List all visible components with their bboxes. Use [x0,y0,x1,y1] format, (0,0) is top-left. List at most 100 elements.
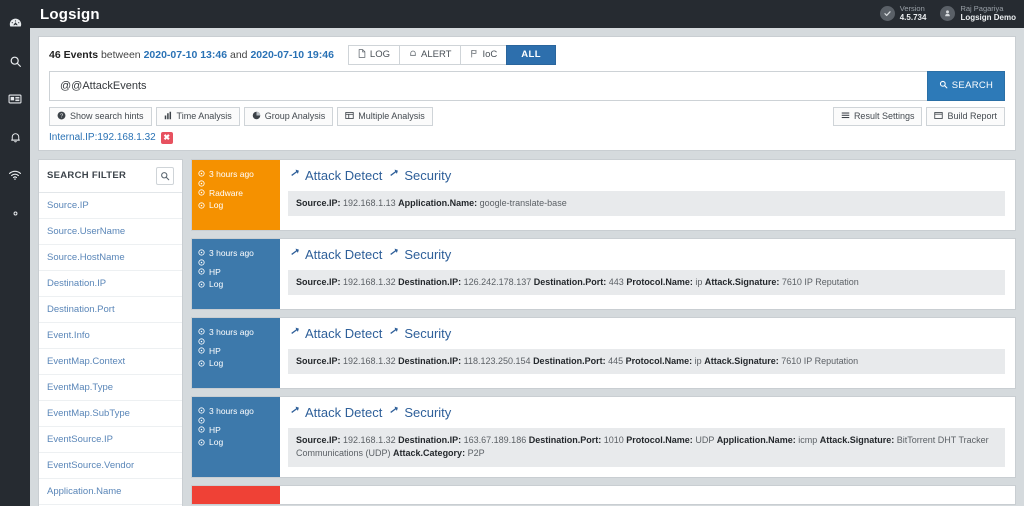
event-card[interactable] [191,485,1016,505]
event-card[interactable]: 3 hours agoHPLogAttack DetectSecuritySou… [191,317,1016,389]
content-area: SEARCH FILTER Source.IPSource.UserNameSo… [38,159,1016,506]
group-analysis-button[interactable]: Group Analysis [244,107,334,126]
result-settings-button[interactable]: Result Settings [833,107,923,126]
page-body: 46 Events between 2020-07-10 13:46 and 2… [30,28,1024,506]
time-analysis-label: Time Analysis [177,112,232,121]
event-card-body: Attack DetectSecurity Source.IP: 192.168.… [280,160,1015,230]
event-card[interactable]: 3 hours agoHPLogAttack DetectSecuritySou… [191,396,1016,479]
tab-all[interactable]: ALL [506,45,556,65]
and-label: and [230,49,248,61]
search-button[interactable]: SEARCH [927,71,1005,101]
tab-alert[interactable]: ALERT [399,45,461,65]
filter-item[interactable]: Destination.Port [39,297,182,323]
event-card-title[interactable]: Attack Detect Security [288,326,1005,341]
detail-key: Source.IP: [296,356,341,366]
event-tag-time: 3 hours ago [198,247,274,259]
event-card-title[interactable]: Attack DetectSecurity [288,168,1005,183]
event-card[interactable]: 3 hours agoRadwareLogAttack DetectSecuri… [191,159,1016,231]
filter-item[interactable]: EventSource.IP [39,427,182,453]
detail-value: ip [695,277,702,287]
event-card-body: Attack Detect Security Source.IP: 192.168.… [280,318,1015,388]
filter-item[interactable]: Source.IP [39,193,182,219]
detail-value: icmp [798,435,817,445]
filter-chip[interactable]: Internal.IP:192.168.1.32 ✖ [49,132,173,144]
filter-item[interactable]: Source.UserName [39,219,182,245]
search-input[interactable] [49,71,927,101]
filter-item[interactable]: Application.Name [39,479,182,505]
filter-item[interactable]: EventMap.Type [39,375,182,401]
user-icon [940,6,955,21]
event-tag-vendor: Radware [198,187,274,199]
event-tag-vendor-label: HP [209,345,221,357]
detail-key: Attack.Category: [393,448,465,458]
event-detail: Source.IP: 192.168.1.32 Destination.IP: … [288,270,1005,296]
search-icon[interactable] [0,46,30,76]
user-org: Logsign Demo [960,14,1016,23]
filter-item[interactable]: EventMap.SubType [39,401,182,427]
detail-value: 443 [609,277,624,287]
detail-value: P2P [468,448,485,458]
show-search-hints-button[interactable]: ? Show search hints [49,107,152,126]
events-summary: 46 Events between 2020-07-10 13:46 and 2… [49,49,334,61]
event-card[interactable]: 3 hours agoHPLog Attack DetectSecurity Sou… [191,238,1016,310]
detail-value: 192.168.1.32 [343,435,396,445]
event-title-primary: Attack Detect [305,326,382,341]
search-filter-title: SEARCH FILTER [47,170,126,181]
detail-key: Destination.Port: [534,277,607,287]
detail-key: Attack.Signature: [820,435,895,445]
detail-value: ip [695,356,702,366]
close-icon[interactable]: ✖ [161,132,173,144]
file-icon [358,49,366,61]
active-filter-row: Internal.IP:192.168.1.32 ✖ [49,132,1005,144]
event-tag-kind: Log [198,278,274,290]
event-title-secondary: Security [404,247,451,262]
detail-key: Destination.IP: [398,435,461,445]
search-icon [939,80,948,92]
type-tab-group: LOG ALERT IoC [348,45,556,65]
version-indicator: Version 4.5.734 [880,5,927,22]
dashboard-icon[interactable] [0,8,30,38]
build-report-button[interactable]: Build Report [926,107,1005,126]
detail-key: Attack.Signature: [705,277,780,287]
detail-key: Source.IP: [296,277,341,287]
event-title-secondary: Security [404,326,451,341]
filter-search-icon[interactable] [156,167,174,185]
detail-value: 192.168.1.13 [343,198,396,208]
detail-value: 7610 IP Reputation [781,356,858,366]
filter-item[interactable]: Source.HostName [39,245,182,271]
tab-log[interactable]: LOG [348,45,400,65]
detail-value: 163.67.189.186 [464,435,527,445]
build-report-label: Build Report [947,112,997,121]
range-start: 2020-07-10 13:46 [144,49,227,61]
event-tag-time-label: 3 hours ago [209,247,254,259]
detail-key: Source.IP: [296,198,341,208]
user-menu[interactable]: Raj Pagariya Logsign Demo [940,5,1016,22]
detail-value: 445 [608,356,623,366]
wifi-icon[interactable] [0,160,30,190]
event-card-title[interactable]: Attack DetectSecurity [288,405,1005,420]
detail-key: Destination.IP: [398,277,461,287]
detail-key: Protocol.Name: [626,435,693,445]
filter-item[interactable]: EventMap.Context [39,349,182,375]
multiple-analysis-button[interactable]: Multiple Analysis [337,107,433,126]
tab-log-label: LOG [370,50,390,60]
event-tag-kind: Log [198,436,274,448]
event-detail: Source.IP: 192.168.1.32 Destination.IP: … [288,349,1005,375]
filter-item[interactable]: EventSource.Vendor [39,453,182,479]
event-tag-blank [198,180,274,187]
event-tag-kind-label: Log [209,436,223,448]
event-title-primary: Attack Detect [305,168,382,183]
bell-icon[interactable] [0,122,30,152]
gear-icon[interactable] [0,198,30,228]
search-filter-list: Source.IPSource.UserNameSource.HostNameD… [39,193,182,506]
event-card-tag: 3 hours agoHPLog [192,239,280,309]
report-icon[interactable] [0,84,30,114]
arrow-icon [288,247,300,262]
filter-item[interactable]: Event.Info [39,323,182,349]
time-analysis-button[interactable]: Time Analysis [156,107,240,126]
tab-ioc[interactable]: IoC [460,45,507,65]
brand-logo[interactable]: Logsign [30,6,100,23]
show-search-hints-label: Show search hints [70,112,144,121]
filter-item[interactable]: Destination.IP [39,271,182,297]
event-card-title[interactable]: Attack DetectSecurity [288,247,1005,262]
